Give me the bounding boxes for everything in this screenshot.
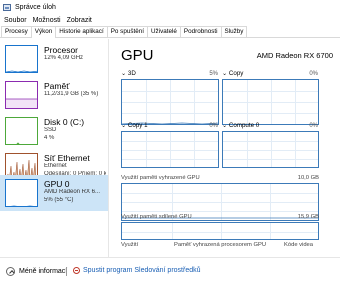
engine-3d-pct: 5% <box>209 71 218 77</box>
menu-moznosti[interactable]: Možnosti <box>33 17 61 24</box>
tab-sluzby[interactable]: Služby <box>220 26 248 37</box>
engine-compute0-pct: 0% <box>309 123 318 129</box>
disk-mini-graph <box>16 142 20 144</box>
engine-copy1-pct: 0% <box>209 123 218 129</box>
engine-3d-label[interactable]: ⌄ 3D <box>121 70 136 77</box>
sidebar-divider <box>108 39 109 257</box>
gpu-mini-graph <box>10 205 34 206</box>
sidebar-item-gpu[interactable]: GPU 0 AMD Radeon RX 6... 5% (55 °C) <box>0 175 108 211</box>
chevron-up-icon <box>6 267 15 276</box>
resource-sidebar: Procesor 12% 4,09 GHz Paměť 11,2/31,9 GB… <box>0 39 108 257</box>
gpu-detail-pane: GPU AMD Radeon RX 6700 ⌄ 3D 5% ⌄ Copy 0%… <box>112 39 340 257</box>
resource-monitor-label: Spustit program Sledování prostředků <box>83 267 201 274</box>
engine-copy1-graph <box>121 131 219 168</box>
tab-uzivatele[interactable]: Uživatelé <box>146 26 181 37</box>
sidebar-item-cpu[interactable]: Procesor 12% 4,09 GHz <box>0 41 108 77</box>
sidebar-item-detail-2: 5% (55 °C) <box>44 196 74 203</box>
shared-memory-label: Využití paměti sdílené GPU <box>121 214 192 220</box>
tab-vykon[interactable]: Výkon <box>30 26 57 38</box>
sidebar-item-label: Síť Ethernet <box>44 153 90 163</box>
cpu-thumbnail <box>5 45 38 73</box>
engine-copy-pct: 0% <box>309 71 318 77</box>
chevron-down-icon: ⌄ <box>121 70 127 77</box>
shared-memory-graph <box>121 222 319 240</box>
resource-monitor-link[interactable]: Spustit program Sledování prostředků <box>73 267 201 274</box>
sidebar-item-detail: 12% 4,09 GHz <box>44 55 84 61</box>
tab-podrobnosti[interactable]: Podrobnosti <box>179 26 222 37</box>
engine-3d-line <box>122 122 218 124</box>
cpu-mini-graph <box>6 70 37 72</box>
tab-bar: Procesy Výkon Historie aplikací Po spušt… <box>0 26 340 38</box>
engine-label-text: Compute 0 <box>228 122 260 129</box>
engine-copy-graph <box>222 79 319 125</box>
sidebar-item-memory[interactable]: Paměť 11,2/31,9 GB (35 %) <box>0 77 108 113</box>
footer-separator <box>66 267 67 276</box>
window-title: Správce úloh <box>15 3 56 11</box>
less-info-button[interactable]: Méně informací <box>6 267 67 276</box>
sidebar-item-detail: 11,2/31,9 GB (35 %) <box>44 91 99 97</box>
memory-thumbnail <box>5 81 38 109</box>
sidebar-item-detail: SSD <box>44 127 57 133</box>
page-title: GPU <box>121 47 154 64</box>
tab-procesy[interactable]: Procesy <box>1 26 32 37</box>
util-heading: Využití <box>121 242 139 248</box>
sidebar-item-detail-2: 4 % <box>44 134 55 141</box>
sidebar-item-disk[interactable]: Disk 0 (C:) SSD 4 % <box>0 113 108 149</box>
tab-po-spusteni[interactable]: Po spuštění <box>106 26 148 37</box>
engine-compute0-label[interactable]: ⌄ Compute 0 <box>222 122 259 129</box>
engine-label-text: Copy 1 <box>127 122 148 129</box>
sidebar-item-label: Disk 0 (C:) <box>44 117 85 127</box>
menu-bar: Soubor Možnosti Zobrazit <box>0 14 340 26</box>
footer: Méně informací Spustit program Sledování… <box>0 257 340 299</box>
sidebar-item-detail: AMD Radeon RX 6... <box>44 189 101 195</box>
engine-label-text: 3D <box>127 70 136 77</box>
engine-3d-graph <box>121 79 219 125</box>
chevron-down-icon: ⌄ <box>222 122 228 129</box>
dedicated-mem-heading: Paměť vyhrazená procesorem GPU <box>174 242 267 248</box>
sidebar-item-detail: Ethernet <box>44 163 67 169</box>
gpu-model-name: AMD Radeon RX 6700 <box>256 51 333 60</box>
dedicated-memory-label: Využití paměti vyhrazené GPU <box>121 175 200 181</box>
memory-mini-graph <box>6 98 37 108</box>
engine-copy-label[interactable]: ⌄ Copy <box>222 70 243 77</box>
video-heading: Kóde videa <box>284 242 314 248</box>
resource-monitor-icon <box>73 267 80 274</box>
sidebar-item-label: Paměť <box>44 81 70 91</box>
less-info-label: Méně informací <box>19 268 68 275</box>
gpu-thumbnail <box>5 179 38 207</box>
sidebar-item-label: Procesor <box>44 45 79 55</box>
title-bar: Správce úloh <box>0 0 340 14</box>
task-manager-icon <box>3 3 11 11</box>
engine-copy1-label[interactable]: ⌄ Copy 1 <box>121 122 148 129</box>
disk-thumbnail <box>5 117 38 145</box>
sidebar-item-label: GPU 0 <box>44 179 70 189</box>
engine-label-text: Copy <box>228 70 244 77</box>
chevron-down-icon: ⌄ <box>121 122 127 129</box>
shared-memory-value: 15,9 GB <box>297 214 319 220</box>
dedicated-memory-value: 10,0 GB <box>297 175 319 181</box>
engine-compute0-graph <box>222 131 319 168</box>
menu-zobrazit[interactable]: Zobrazit <box>67 17 92 24</box>
menu-soubor[interactable]: Soubor <box>4 17 27 24</box>
tab-historie[interactable]: Historie aplikací <box>55 26 108 37</box>
chevron-down-icon: ⌄ <box>222 70 228 77</box>
